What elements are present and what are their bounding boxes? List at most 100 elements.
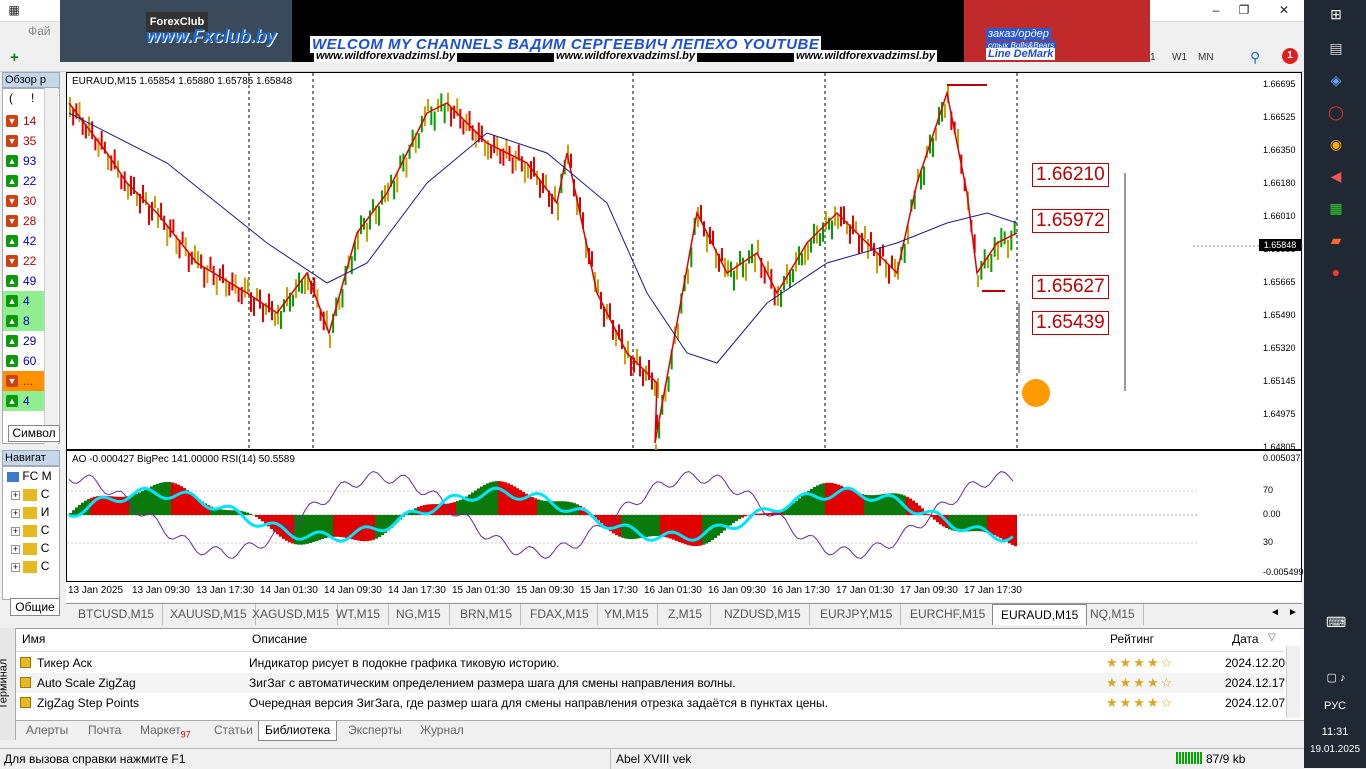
col-rating[interactable]: Рейтинг (1110, 632, 1154, 646)
expand-icon[interactable]: + (11, 545, 20, 554)
mw-row[interactable]: ▼14 (3, 111, 47, 131)
windows-start-icon[interactable]: ⊞ (1326, 4, 1346, 24)
candle (858, 235, 860, 254)
mw-row[interactable]: ▲8 (3, 311, 47, 331)
expand-icon[interactable]: + (11, 509, 20, 518)
mw-row[interactable]: ▲4 (3, 291, 47, 311)
expand-icon[interactable]: + (11, 491, 20, 500)
mw-row[interactable]: ▼30 (3, 191, 47, 211)
terminal-tab[interactable]: Алерты (20, 721, 74, 741)
keyboard-icon[interactable]: ⌨ (1326, 612, 1346, 632)
menu-file[interactable]: Фай (28, 24, 51, 38)
sort-icon[interactable]: ▽ (1268, 632, 1276, 643)
terminal-tab[interactable]: Эксперты (342, 721, 408, 741)
chart-tab[interactable]: NQ,M15 (1082, 604, 1144, 625)
calculator-icon[interactable]: ▦ (1326, 198, 1346, 218)
ao-bar (495, 481, 498, 515)
terminal-scrollbar[interactable] (1286, 646, 1300, 718)
minimize-button[interactable]: – (1206, 3, 1226, 19)
close-button[interactable]: ✕ (1274, 3, 1294, 19)
tab-symbol[interactable]: Символ (8, 425, 60, 442)
new-chart-icon[interactable]: + (10, 50, 26, 66)
ao-bar (354, 515, 357, 540)
mw-row[interactable]: ▼35 (3, 131, 47, 151)
expand-icon[interactable]: + (11, 527, 20, 536)
chart-tab[interactable]: NZDUSD,M15 (716, 604, 810, 625)
search-icon[interactable]: ⚲ (1250, 49, 1260, 66)
mw-row[interactable]: ▼28 (3, 211, 47, 231)
tabs-left-arrow-icon[interactable]: ◄ (1270, 607, 1280, 618)
clock-time[interactable]: 11:31 (1304, 726, 1366, 738)
tf-w1-button[interactable]: W1 (1172, 52, 1187, 63)
terminal-tab[interactable]: Почта (82, 721, 127, 741)
chart-tab[interactable]: XAUUSD,M15 (162, 604, 256, 625)
terminal-tab[interactable]: Статьи (208, 721, 259, 741)
candle (852, 216, 854, 235)
status-bar: Для вызова справки нажмите F1 Abel XVIII… (0, 748, 1304, 768)
terminal-tab[interactable]: Журнал (414, 721, 470, 741)
expand-icon[interactable]: + (11, 563, 20, 572)
terminal-tab[interactable]: Маркет97 (134, 721, 197, 741)
col-desc[interactable]: Описание (252, 632, 307, 646)
chrome-icon[interactable]: ◉ (1326, 134, 1346, 154)
opera-icon[interactable]: ◯ (1326, 102, 1346, 122)
chart-tab[interactable]: BRN,M15 (452, 604, 521, 625)
mw-row[interactable]: ▲22 (3, 171, 47, 191)
mw-row[interactable]: ▼... (3, 371, 47, 391)
language-indicator[interactable]: РУС (1304, 700, 1366, 712)
mw-row[interactable]: ▼22 (3, 251, 47, 271)
nav-item[interactable]: + C (11, 487, 49, 501)
mw-row[interactable]: ▲42 (3, 231, 47, 251)
nav-root[interactable]: FC M (7, 469, 52, 483)
mw-row[interactable]: ▲29 (3, 331, 47, 351)
terminal-tab[interactable]: Библиотека (258, 721, 337, 741)
mw-row[interactable]: ▲93 (3, 151, 47, 171)
mw-row[interactable]: ▲4 (3, 391, 47, 411)
notification-badge[interactable]: 1 (1282, 48, 1298, 64)
maximize-button[interactable]: ❐ (1234, 3, 1254, 19)
chart-tab[interactable]: XAGUSD,M15 (244, 604, 338, 625)
mw-row[interactable]: ▲60 (3, 351, 47, 371)
chart-tab[interactable]: FDAX,M15 (522, 604, 598, 625)
mw-scrollbar[interactable] (44, 88, 58, 444)
candle (990, 254, 992, 272)
tray-icons[interactable]: ▢ ♪ (1326, 668, 1346, 688)
chart-tab[interactable]: WT,M15 (328, 604, 389, 625)
explorer-icon[interactable]: ▤ (1326, 38, 1346, 58)
tab-general[interactable]: Общие (10, 598, 60, 616)
chart-tab[interactable]: Z,M15 (660, 604, 711, 625)
mw-row[interactable]: ▲49 (3, 271, 47, 291)
library-row[interactable]: ZigZag Step PointsОчередная версия ЗигЗа… (16, 693, 1284, 713)
chart-tab[interactable]: BTCUSD,M15 (70, 604, 163, 625)
app-red-icon[interactable]: ▰ (1326, 230, 1346, 250)
market-watch-header[interactable]: Обзор р (2, 72, 60, 88)
nav-item[interactable]: + С (11, 523, 49, 537)
ao-bar (219, 509, 222, 515)
sound-icon[interactable]: ◀ (1326, 166, 1346, 186)
metatrader-icon[interactable]: ◈ (1326, 70, 1346, 90)
ao-bar (315, 515, 318, 541)
col-date[interactable]: Дата (1232, 632, 1259, 646)
clock-date[interactable]: 19.01.2025 (1304, 744, 1366, 755)
tf-button[interactable]: 1 (1150, 52, 1156, 63)
chart-tab[interactable]: EURCHF,M15 (902, 604, 994, 625)
main-chart[interactable]: 1.666951.665251.663501.661801.660101.658… (66, 72, 1302, 450)
chart-tab[interactable]: YM,M15 (596, 604, 658, 625)
library-row[interactable]: Тикер АскИндикатор рисует в подокне граф… (16, 653, 1284, 673)
nav-item[interactable]: + И (11, 505, 49, 519)
record-icon[interactable]: ● (1326, 262, 1346, 282)
tabs-right-arrow-icon[interactable]: ► (1288, 607, 1298, 618)
chart-tab[interactable]: EURJPY,M15 (812, 604, 901, 625)
nav-item[interactable]: + С (11, 559, 49, 573)
ao-bar (258, 515, 261, 519)
chart-tab[interactable]: EURAUD,M15 (992, 604, 1087, 625)
ao-bar (612, 515, 615, 533)
chart-tab[interactable]: NG,M15 (388, 604, 450, 625)
library-row[interactable]: Auto Scale ZigZagЗигЗаг с автоматическим… (16, 673, 1284, 693)
col-name[interactable]: Имя (22, 632, 45, 646)
indicator-chart[interactable]: 0.005037700.0030-0.005499 (66, 450, 1302, 582)
navigator-header[interactable]: Навигат (2, 450, 60, 466)
nav-item[interactable]: + С (11, 541, 49, 555)
candle (430, 106, 432, 125)
tf-mn-button[interactable]: MN (1198, 52, 1214, 63)
